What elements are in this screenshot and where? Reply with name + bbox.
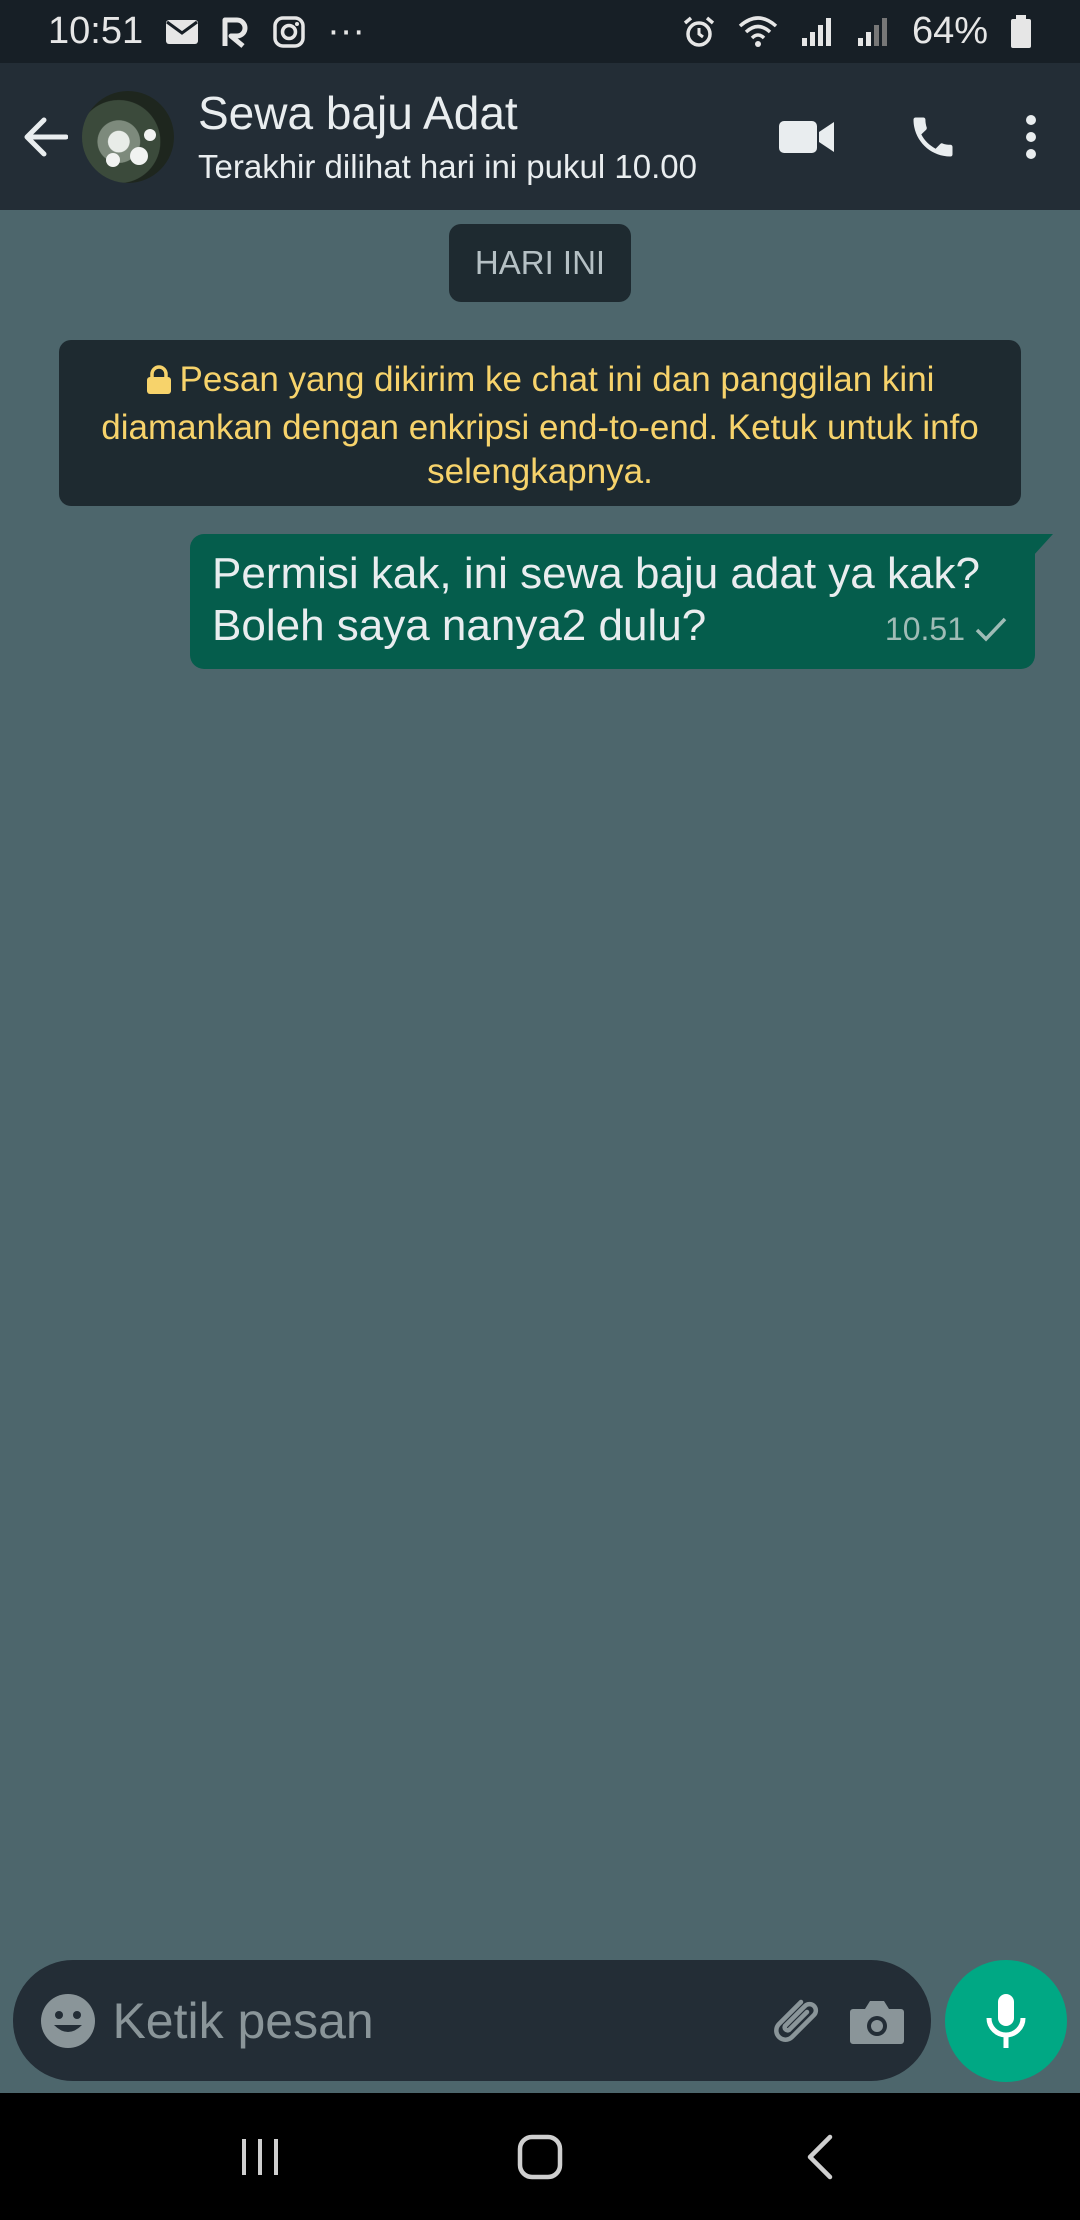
home-button[interactable] — [480, 2107, 600, 2207]
attach-button[interactable] — [755, 1971, 836, 2071]
message-meta: 10.51 — [885, 603, 1007, 655]
message-composer — [13, 1960, 931, 2081]
emoji-icon — [40, 1993, 95, 2048]
voice-call-button[interactable] — [870, 87, 996, 187]
message-time: 10.51 — [884, 611, 965, 647]
bubble-tail — [1033, 534, 1053, 556]
signal-icon — [800, 16, 834, 48]
battery-level: 64% — [911, 10, 988, 52]
check-icon — [975, 617, 1007, 642]
last-seen: Terakhir dilihat hari ini pukul 10.00 — [198, 147, 697, 185]
avatar[interactable] — [82, 90, 174, 183]
arrow-back-icon — [24, 117, 68, 156]
status-bar-right: 64% — [682, 10, 1032, 53]
outgoing-message[interactable]: Permisi kak, ini sewa baju adat ya kak? … — [190, 534, 1053, 669]
instagram-icon — [273, 15, 305, 48]
paperclip-icon — [773, 1999, 818, 2042]
back-button[interactable] — [10, 63, 80, 210]
date-chip: HARI INI — [449, 224, 631, 302]
nav-back-button[interactable] — [760, 2107, 880, 2207]
mail-icon — [165, 19, 199, 45]
video-call-button[interactable] — [744, 87, 870, 187]
contact-info[interactable]: Sewa baju Adat Terakhir dilihat hari ini… — [198, 86, 744, 188]
home-icon — [517, 2134, 563, 2179]
recents-icon — [242, 2138, 278, 2175]
message-input[interactable] — [104, 1991, 756, 2050]
status-overflow: ··· — [327, 10, 366, 52]
more-vert-icon — [1026, 114, 1036, 159]
header-actions — [744, 87, 1066, 187]
encryption-notice-text: Pesan yang dikirim ke chat ini dan pangg… — [101, 360, 979, 491]
status-time: 10:51 — [48, 10, 144, 52]
signal-icon — [856, 16, 890, 48]
chat-header: Sewa baju Adat Terakhir dilihat hari ini… — [0, 63, 1080, 210]
emoji-button[interactable] — [31, 1993, 104, 2049]
contact-name: Sewa baju Adat — [198, 86, 518, 139]
phone-icon — [913, 117, 953, 156]
status-bar: 10:51 ··· 64% — [0, 0, 1080, 63]
mic-icon — [986, 1994, 1026, 2048]
camera-icon — [849, 2000, 904, 2044]
more-options-button[interactable] — [996, 87, 1066, 187]
lock-icon — [146, 362, 172, 406]
wifi-icon — [738, 15, 778, 48]
app-icon — [221, 16, 251, 48]
video-call-icon — [779, 120, 834, 153]
alarm-icon — [682, 15, 716, 49]
battery-icon — [1010, 14, 1032, 49]
camera-button[interactable] — [836, 1971, 917, 2071]
encryption-notice[interactable]: Pesan yang dikirim ke chat ini dan pangg… — [59, 340, 1021, 506]
recents-button[interactable] — [200, 2107, 320, 2207]
system-nav-bar — [0, 2093, 1080, 2220]
status-bar-left: 10:51 ··· — [48, 10, 365, 53]
voice-record-button[interactable] — [945, 1960, 1067, 2082]
chevron-left-icon — [807, 2134, 833, 2179]
